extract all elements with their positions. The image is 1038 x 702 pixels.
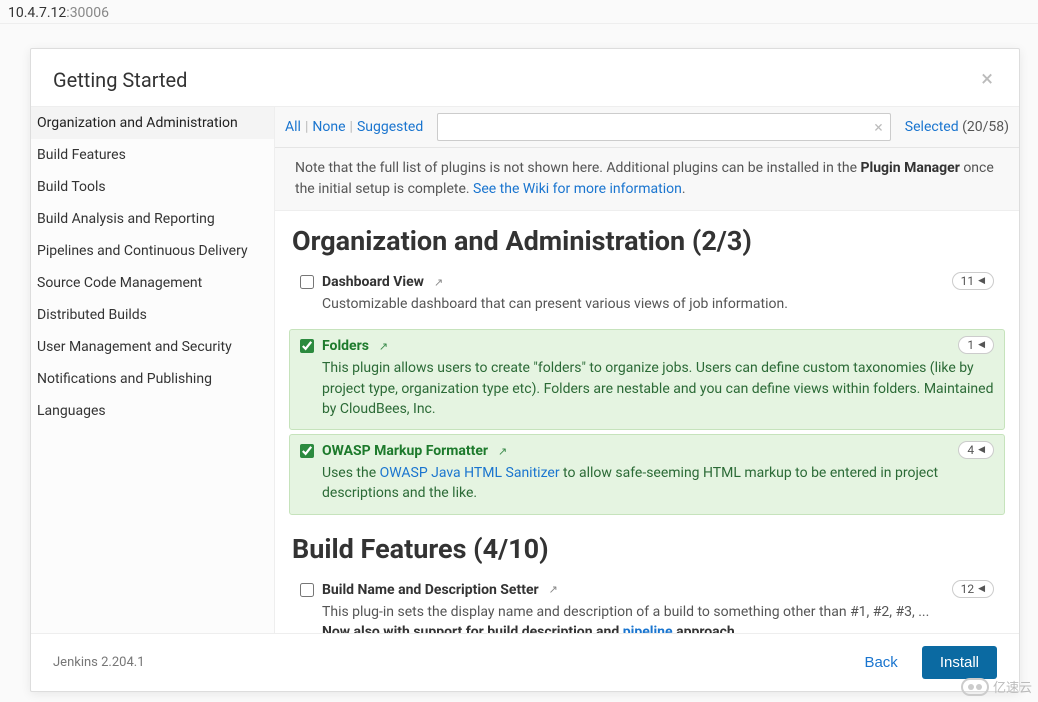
dialog-header: Getting Started × (31, 49, 1019, 106)
caret-left-icon: ◀ (978, 340, 985, 350)
external-link-icon[interactable]: ↗ (379, 340, 388, 353)
caret-left-icon: ◀ (978, 276, 985, 286)
plugin-name[interactable]: Folders (322, 338, 369, 354)
note-text: Note that the full list of plugins is no… (295, 160, 860, 176)
plugin-dashboard-view: 11◀ Dashboard View ↗ Customizable dashbo… (289, 265, 1005, 325)
plugin-owasp: 4◀ OWASP Markup Formatter ↗ Uses the OWA… (289, 434, 1005, 515)
sidebar-item-build-analysis[interactable]: Build Analysis and Reporting (31, 203, 274, 235)
plugin-badge[interactable]: 12◀ (952, 580, 994, 598)
plugin-scroll[interactable]: Note that the full list of plugins is no… (275, 148, 1019, 633)
filter-sep: | (350, 119, 353, 135)
sidebar-item-scm[interactable]: Source Code Management (31, 267, 274, 299)
sidebar-item-notifications[interactable]: Notifications and Publishing (31, 363, 274, 395)
search-input[interactable] (437, 113, 891, 141)
sidebar-item-distributed[interactable]: Distributed Builds (31, 299, 274, 331)
external-link-icon[interactable]: ↗ (498, 445, 507, 458)
plugin-name[interactable]: OWASP Markup Formatter (322, 443, 488, 459)
plugin-desc: This plug-in sets the display name and d… (300, 602, 994, 633)
sidebar-item-organization[interactable]: Organization and Administration (31, 107, 274, 139)
main-panel: All | None | Suggested × Selected (20/58… (275, 107, 1019, 633)
filter-tabs: All | None | Suggested (285, 119, 423, 135)
plugin-badge[interactable]: 11◀ (952, 272, 994, 290)
sidebar-item-languages[interactable]: Languages (31, 395, 274, 427)
note-link[interactable]: See the Wiki for more information (473, 181, 682, 197)
sidebar: Organization and Administration Build Fe… (31, 107, 275, 633)
watermark: 亿速云 (961, 677, 1032, 696)
external-link-icon[interactable]: ↗ (549, 583, 558, 596)
close-icon[interactable]: × (977, 67, 997, 92)
watermark-icon (961, 678, 989, 696)
caret-left-icon: ◀ (978, 584, 985, 594)
selected-numbers: (20/58) (962, 119, 1009, 135)
plugin-name[interactable]: Build Name and Description Setter (322, 582, 539, 598)
plugin-badge[interactable]: 1◀ (958, 336, 994, 354)
sidebar-item-pipelines[interactable]: Pipelines and Continuous Delivery (31, 235, 274, 267)
note-strong: Plugin Manager (860, 160, 959, 176)
plugin-name[interactable]: Dashboard View (322, 274, 424, 290)
plugin-desc-link[interactable]: pipeline (623, 624, 673, 633)
selected-label: Selected (905, 119, 959, 135)
sidebar-item-build-tools[interactable]: Build Tools (31, 171, 274, 203)
caret-left-icon: ◀ (978, 445, 985, 455)
sidebar-item-build-features[interactable]: Build Features (31, 139, 274, 171)
note-suffix: . (682, 181, 686, 197)
plugin-desc: This plugin allows users to create "fold… (300, 358, 994, 419)
clear-icon[interactable]: × (874, 118, 883, 137)
setup-dialog: Getting Started × Organization and Admin… (30, 48, 1020, 692)
section-title-org: Organization and Administration (2/3) (289, 211, 1005, 265)
sections: Organization and Administration (2/3) 11… (275, 211, 1019, 633)
filter-sep: | (305, 119, 308, 135)
sidebar-item-user-mgmt[interactable]: User Management and Security (31, 331, 274, 363)
install-button[interactable]: Install (922, 646, 997, 679)
dialog-footer: Jenkins 2.204.1 Back Install (31, 634, 1019, 691)
plugin-desc-link[interactable]: OWASP Java HTML Sanitizer (380, 465, 560, 481)
filter-suggested[interactable]: Suggested (357, 119, 423, 135)
watermark-text: 亿速云 (993, 677, 1032, 696)
back-button[interactable]: Back (854, 648, 907, 677)
plugin-checkbox[interactable] (300, 275, 314, 289)
address-host: 10.4.7.12 (8, 5, 66, 21)
plugin-desc: Uses the OWASP Java HTML Sanitizer to al… (300, 463, 994, 504)
filter-row: All | None | Suggested × Selected (20/58… (275, 107, 1019, 148)
selected-count[interactable]: Selected (20/58) (905, 119, 1009, 135)
search-box: × (437, 113, 891, 141)
plugin-folders: 1◀ Folders ↗ This plugin allows users to… (289, 329, 1005, 430)
plugin-checkbox[interactable] (300, 444, 314, 458)
dialog-body: Organization and Administration Build Fe… (31, 106, 1019, 634)
dialog-title: Getting Started (53, 68, 187, 92)
plugin-checkbox[interactable] (300, 583, 314, 597)
address-bar: 10.4.7.12:30006 (0, 0, 1038, 24)
plugin-checkbox[interactable] (300, 339, 314, 353)
plugin-build-name-setter: 12◀ Build Name and Description Setter ↗ … (289, 573, 1005, 633)
filter-all[interactable]: All (285, 119, 301, 135)
jenkins-version: Jenkins 2.204.1 (53, 655, 840, 670)
note-bar: Note that the full list of plugins is no… (275, 148, 1019, 211)
plugin-badge[interactable]: 4◀ (958, 441, 994, 459)
filter-none[interactable]: None (312, 119, 345, 135)
external-link-icon[interactable]: ↗ (434, 276, 443, 289)
section-title-build-features: Build Features (4/10) (289, 519, 1005, 573)
address-port: :30006 (66, 5, 109, 21)
plugin-desc: Customizable dashboard that can present … (300, 294, 994, 314)
